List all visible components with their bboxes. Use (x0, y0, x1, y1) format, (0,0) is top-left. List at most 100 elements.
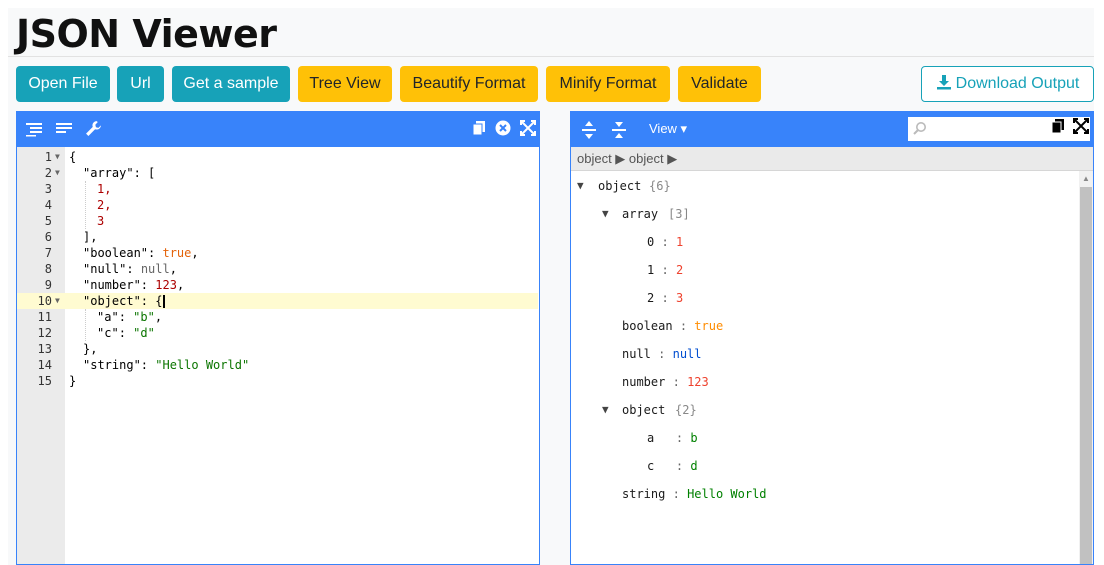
code-line: 53 (17, 213, 538, 229)
node-value: 3 (675, 291, 684, 305)
code-text: : { (140, 294, 163, 308)
fullscreen-icon[interactable] (520, 120, 536, 140)
node-value: null (672, 347, 702, 361)
node-count: {2} (675, 403, 697, 417)
json-key: "a" (97, 310, 119, 324)
scrollbar-thumb[interactable] (1080, 187, 1092, 564)
tree-view-button[interactable]: Tree View (298, 66, 392, 102)
tree-leaf[interactable]: string : Hello World (622, 487, 767, 501)
expand-arrow-icon[interactable]: ▼ (602, 403, 609, 417)
validate-button[interactable]: Validate (678, 66, 761, 102)
fold-toggle-icon[interactable]: ▼ (55, 165, 60, 181)
node-value: b (690, 431, 698, 445)
json-key: "array" (83, 166, 134, 180)
separator: : (661, 235, 669, 249)
tree-leaf[interactable]: 1 : 2 (647, 263, 683, 277)
tree-leaf[interactable]: c : d (647, 459, 698, 473)
open-file-button[interactable]: Open File (16, 66, 110, 102)
json-number: 2, (97, 198, 112, 212)
search-input[interactable] (930, 119, 1044, 139)
node-value: true (694, 319, 724, 333)
tree-leaf[interactable]: null : null (622, 347, 702, 361)
line-number: 10 (37, 294, 52, 308)
code-text: : (140, 358, 156, 372)
expand-arrow-icon[interactable]: ▼ (577, 179, 584, 193)
node-key: c (647, 459, 655, 473)
copy-icon[interactable] (1050, 118, 1066, 138)
line-number: 6 (44, 230, 52, 244)
code-text: ], (83, 230, 98, 244)
wrench-icon[interactable] (85, 120, 102, 141)
node-value: Hello World (687, 487, 767, 501)
code-text: : (118, 310, 134, 324)
copy-icon[interactable] (471, 120, 487, 140)
tree-viewer-pane: View ▾ object ▶ object ▶ ▲ ▼ object {6} (570, 111, 1094, 565)
json-boolean: true (162, 246, 192, 260)
line-number: 8 (44, 262, 52, 276)
tree-leaf[interactable]: 2 : 3 (647, 291, 683, 305)
json-key: "object" (83, 294, 141, 308)
tree-leaf[interactable]: a : b (647, 431, 698, 445)
node-key: boolean (622, 319, 673, 333)
line-number: 15 (37, 374, 52, 388)
text-cursor (163, 295, 166, 308)
scroll-up-icon[interactable]: ▲ (1082, 174, 1090, 183)
node-count: {6} (649, 179, 671, 193)
indent-guide (85, 181, 87, 229)
view-mode-dropdown[interactable]: View ▾ (649, 121, 687, 137)
fold-toggle-icon[interactable]: ▼ (55, 293, 60, 309)
download-output-button[interactable]: Download Output (921, 66, 1094, 102)
node-key: 1 (647, 263, 655, 277)
separator: : (661, 263, 669, 277)
format-icon[interactable] (26, 121, 42, 141)
beautify-format-button[interactable]: Beautify Format (400, 66, 538, 102)
json-key: "boolean" (83, 246, 149, 260)
code-line: 2 ▼ "array": [ (17, 165, 538, 181)
tree-leaf[interactable]: boolean : true (622, 319, 723, 333)
expand-arrow-icon[interactable]: ▼ (602, 207, 609, 221)
compact-icon[interactable] (56, 121, 72, 141)
json-key: "number" (83, 278, 141, 292)
separator: : (679, 319, 688, 333)
expand-all-icon[interactable] (581, 121, 597, 143)
code-lines[interactable]: 1 ▼{ 2 ▼ "array": [ 3 1, 4 2, 53 6], 7 "boolea… (17, 149, 539, 564)
search-icon (913, 121, 927, 140)
separator: : (672, 375, 680, 389)
scrollbar[interactable]: ▲ (1079, 171, 1093, 564)
code-text: , (154, 310, 163, 324)
code-text: : (140, 278, 156, 292)
code-line: 6], (17, 229, 538, 245)
fullscreen-icon[interactable] (1073, 118, 1089, 138)
minify-format-button[interactable]: Minify Format (546, 66, 670, 102)
line-number: 11 (37, 310, 52, 324)
tree-leaf[interactable]: 0 : 1 (647, 235, 683, 249)
json-key: "string" (83, 358, 141, 372)
json-key: "null" (83, 262, 127, 276)
get-sample-button[interactable]: Get a sample (172, 66, 290, 102)
divider (8, 56, 1094, 57)
download-icon (936, 74, 952, 95)
node-value: 2 (675, 263, 684, 277)
download-label: Download Output (955, 75, 1080, 92)
url-button[interactable]: Url (117, 66, 164, 102)
separator: : (658, 347, 666, 361)
code-text: , (176, 278, 185, 292)
indent-guide (85, 309, 87, 341)
line-number: 14 (37, 358, 52, 372)
code-text: { (69, 150, 77, 164)
line-number: 1 (44, 150, 52, 164)
code-editor-pane: 1 ▼{ 2 ▼ "array": [ 3 1, 4 2, 53 6], 7 "boolea… (16, 111, 540, 565)
line-number: 7 (44, 246, 52, 260)
code-line-active: 10 ▼ "object": { (17, 293, 538, 309)
tree-leaf[interactable]: number : 123 (622, 375, 709, 389)
node-key: null (622, 347, 651, 361)
fold-toggle-icon[interactable]: ▼ (55, 149, 60, 165)
collapse-all-icon[interactable] (611, 121, 627, 143)
separator: : (661, 291, 669, 305)
clear-icon[interactable] (495, 120, 511, 140)
code-line: 12 "c": "d" (17, 325, 538, 341)
node-key: object (622, 403, 666, 417)
viewer-toolbar: View ▾ (571, 112, 1093, 147)
breadcrumb[interactable]: object ▶ object ▶ (571, 147, 1093, 171)
json-number: 123 (155, 278, 177, 292)
